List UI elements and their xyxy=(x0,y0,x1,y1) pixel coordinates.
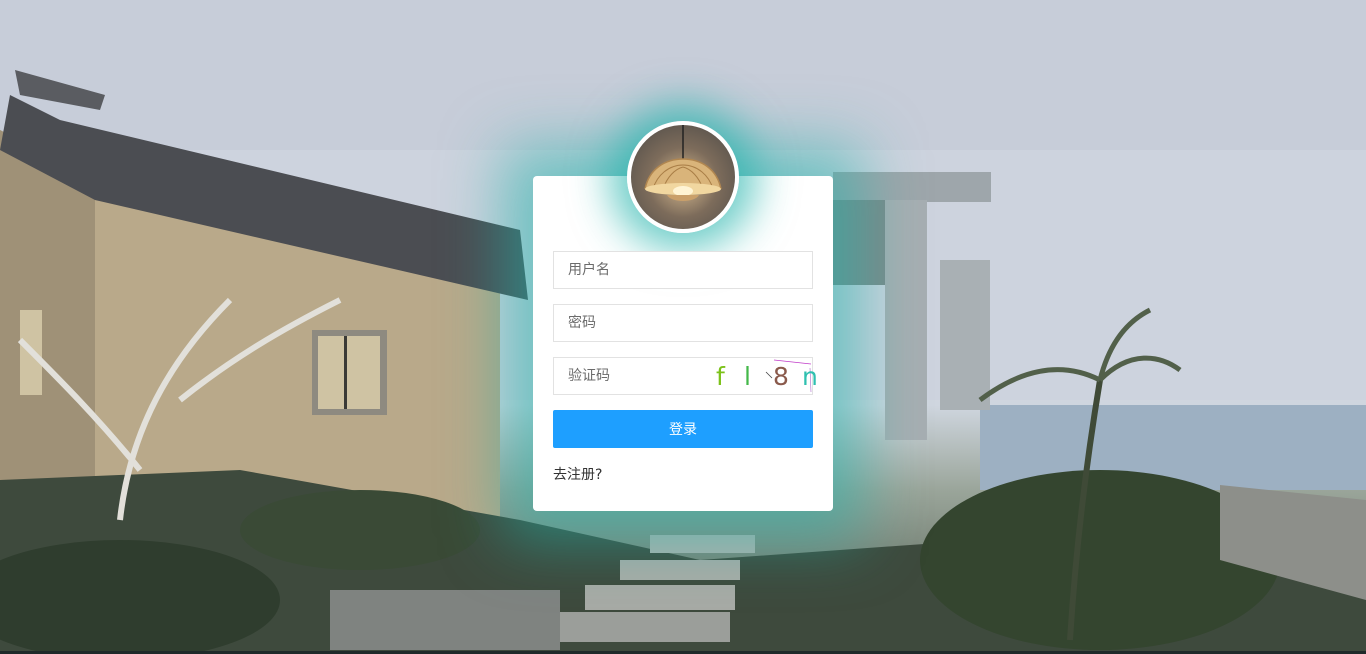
password-field[interactable] xyxy=(553,304,813,342)
captcha-image[interactable]: f l 8 n xyxy=(694,358,818,394)
lamp-icon xyxy=(644,125,722,201)
captcha-char-2: l xyxy=(744,362,751,391)
username-field[interactable] xyxy=(553,251,813,289)
login-page: f l 8 n 登录 去注册? xyxy=(0,0,1366,654)
password-input[interactable] xyxy=(554,305,812,341)
captcha-input[interactable] xyxy=(554,358,684,394)
username-input[interactable] xyxy=(554,252,812,288)
login-button[interactable]: 登录 xyxy=(553,410,813,448)
register-link[interactable]: 去注册? xyxy=(553,464,602,484)
captcha-field[interactable]: f l 8 n xyxy=(553,357,818,395)
pendant-lamp-avatar-icon xyxy=(627,121,739,233)
captcha-char-3: 8 xyxy=(773,362,789,391)
captcha-noise xyxy=(765,359,812,393)
captcha-char-4: n xyxy=(802,362,818,391)
captcha-char-1: f xyxy=(716,362,725,391)
